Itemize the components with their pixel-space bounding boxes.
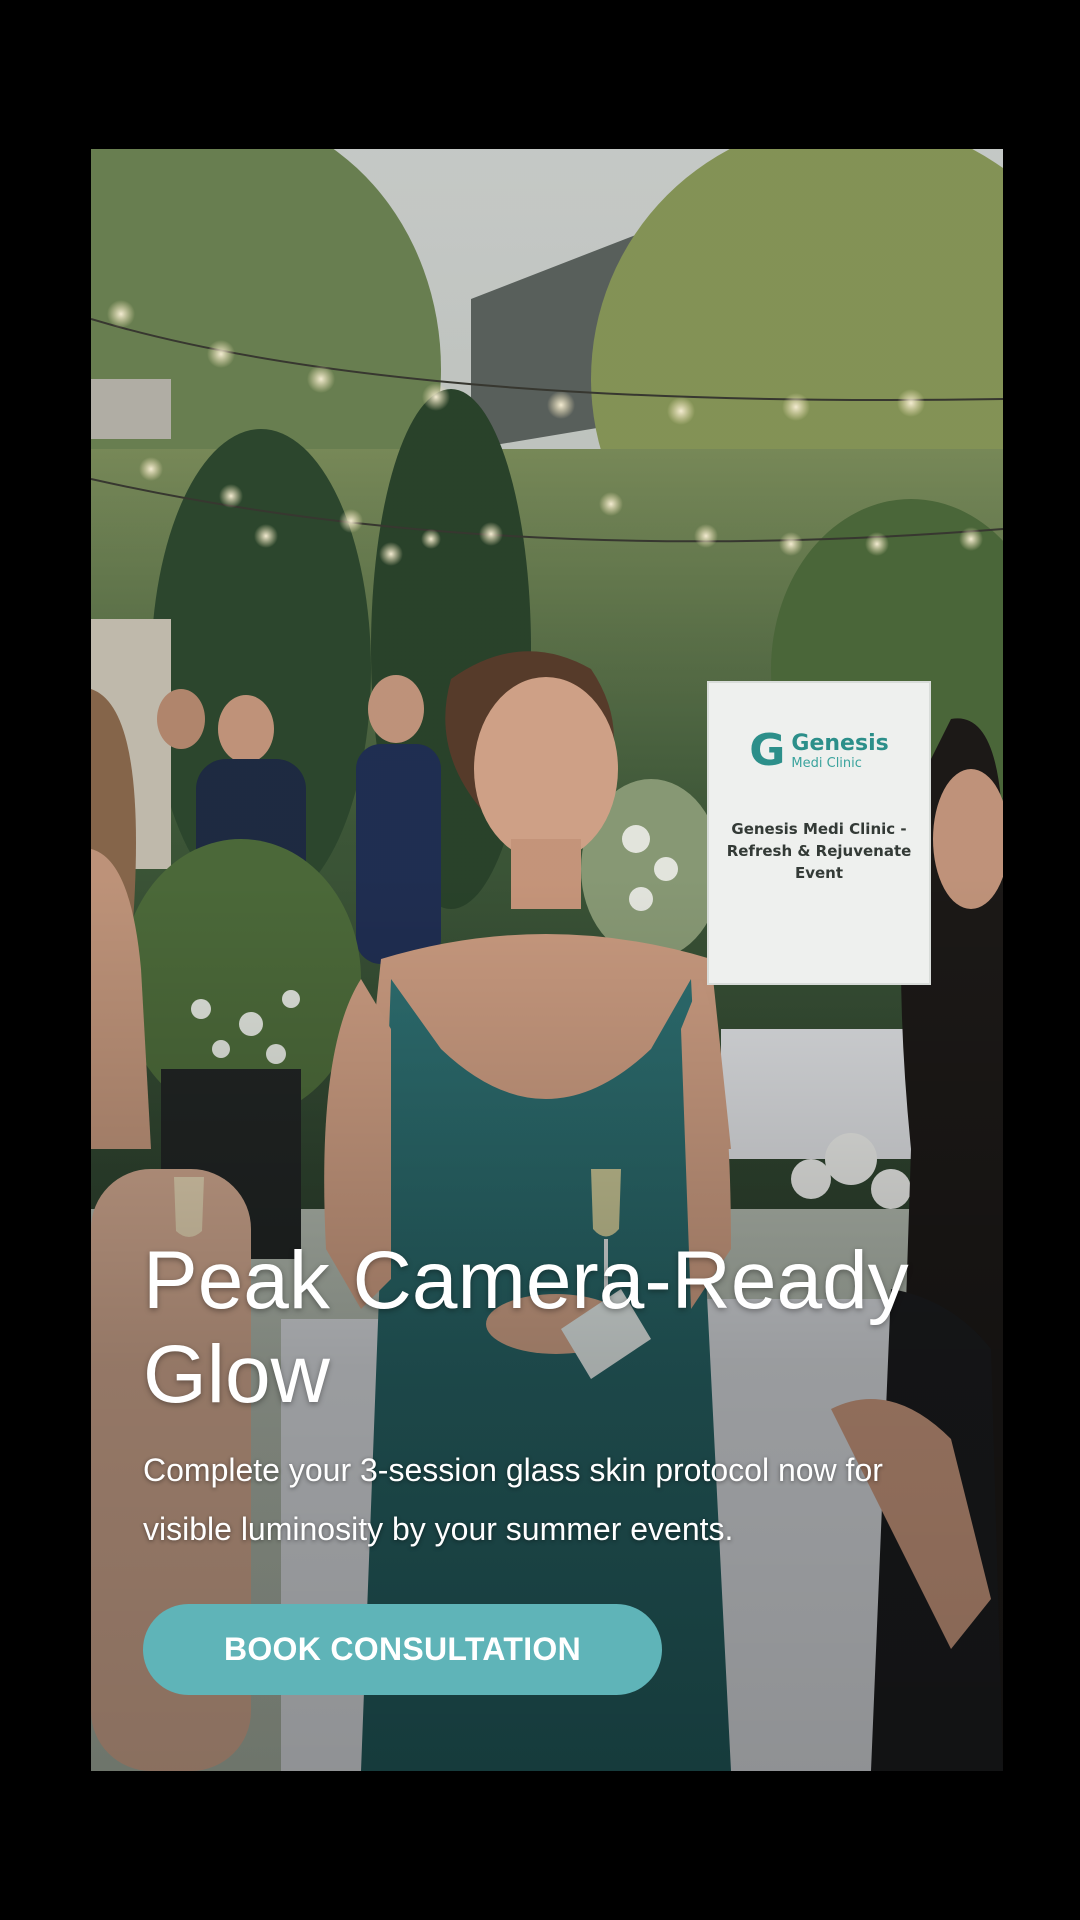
book-consultation-button[interactable]: BOOK CONSULTATION xyxy=(143,1604,662,1695)
sign-brand-name: Genesis xyxy=(791,730,889,756)
story-ad-page: G Genesis Medi Clinic Genesis Medi Clini… xyxy=(0,0,1080,1920)
clinic-logo-icon: G xyxy=(749,725,786,776)
event-sign: G Genesis Medi Clinic Genesis Medi Clini… xyxy=(707,681,931,985)
ad-creative: G Genesis Medi Clinic Genesis Medi Clini… xyxy=(91,149,1003,1771)
ad-headline: Peak Camera-Ready Glow xyxy=(143,1235,909,1420)
sign-brand-sub: Medi Clinic xyxy=(791,755,862,771)
sign-caption: Genesis Medi Clinic - Refresh & Rejuvena… xyxy=(726,820,912,882)
clinic-logo: G Genesis Medi Clinic xyxy=(709,729,929,773)
ad-subtext: Complete your 3-session glass skin proto… xyxy=(143,1452,883,1547)
